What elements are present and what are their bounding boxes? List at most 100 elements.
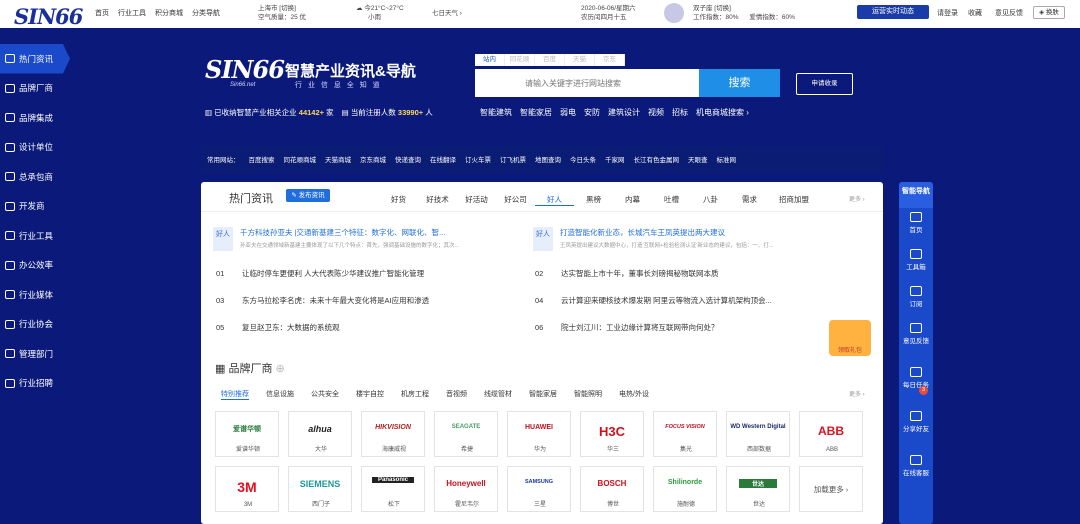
city-switch[interactable]: 上海市 [切换] — [258, 4, 306, 13]
brand-card[interactable]: HUAWEI 华为 — [507, 411, 571, 457]
right-nav-subscribe[interactable]: 订阅 — [899, 282, 933, 319]
keyword-link[interactable]: 智能家居 — [520, 107, 552, 118]
keyword-link[interactable]: 视频 — [648, 107, 664, 118]
brand-card[interactable]: WD Western Digital 西部数据 — [726, 411, 790, 457]
brand-card[interactable]: H3C 华三 — [580, 411, 644, 457]
avatar[interactable] — [664, 3, 684, 23]
brand-card[interactable]: alhua 大华 — [288, 411, 352, 457]
keyword-link[interactable]: 机电商城搜索 › — [696, 107, 749, 118]
brands-more-link[interactable]: 更多 › — [849, 389, 865, 398]
sidebar-item-contractor[interactable]: 总承包商 — [0, 162, 64, 192]
featured-news[interactable]: 好人 打造智能化新业态，长城汽车王凤英提出两大建议 王凤英提出建议大数据中心，打… — [533, 227, 773, 251]
sidebar-item-design[interactable]: 设计单位 — [0, 133, 64, 163]
brand-tab-electric[interactable]: 电热/外设 — [619, 389, 649, 400]
sidebar-item-government[interactable]: 管理部门 — [0, 339, 64, 369]
news-item[interactable]: 02 达实智能上市十年，董事长刘磅揭秘物联网本质 — [535, 268, 719, 279]
brand-card[interactable]: ABB ABB — [799, 411, 863, 457]
brand-card[interactable]: SIEMENS 西门子 — [288, 466, 352, 512]
keyword-link[interactable]: 智能建筑 — [480, 107, 512, 118]
sidebar-item-brands[interactable]: 品牌厂商 — [0, 74, 64, 104]
search-button[interactable]: 搜索 — [699, 69, 780, 97]
keyword-link[interactable]: 招标 — [672, 107, 688, 118]
gift-pack-button[interactable]: 领取礼包 — [829, 320, 871, 356]
tab-demand[interactable]: 需求 — [730, 194, 769, 206]
brand-card[interactable]: Panasonic 松下 — [361, 466, 425, 512]
news-item[interactable]: 06 院士刘江川：工业边缘计算将互联网带向何处？ — [535, 322, 719, 333]
brand-tab-cable[interactable]: 线缆管材 — [484, 389, 512, 400]
skin-switch-button[interactable]: ◈ 换肤 — [1033, 6, 1065, 19]
common-site-link[interactable]: 长江有色金属网 — [634, 154, 680, 164]
sidebar-item-tools[interactable]: 行业工具 — [0, 221, 64, 251]
right-nav-toolbox[interactable]: 工具箱 — [899, 245, 933, 282]
feedback-link[interactable]: 意见反馈 — [995, 8, 1023, 18]
brand-logo[interactable]: SIN66 — [205, 55, 285, 84]
brand-tab-lighting[interactable]: 智能照明 — [574, 389, 602, 400]
right-nav-share[interactable]: 分享好友 — [899, 407, 933, 451]
load-more-brands-button[interactable]: 加载更多 › — [799, 466, 863, 512]
news-title-text[interactable]: 云计算迎来硬核技术爆发期 阿里云等物流入选计算机架构顶会... — [561, 296, 772, 305]
common-site-link[interactable]: 快递查询 — [395, 154, 421, 164]
tab-inside[interactable]: 内幕 — [613, 194, 652, 206]
common-site-link[interactable]: 今日头条 — [570, 154, 596, 164]
brand-tab-building[interactable]: 楼宇自控 — [356, 389, 384, 400]
login-link[interactable]: 请登录 — [937, 8, 958, 18]
nav-tools[interactable]: 行业工具 — [118, 8, 146, 18]
brand-tab-recommend[interactable]: 特别推荐 — [221, 389, 249, 400]
nav-home[interactable]: 首页 — [95, 8, 109, 18]
keyword-link[interactable]: 弱电 — [560, 107, 576, 118]
sidebar-item-association[interactable]: 行业协会 — [0, 310, 64, 340]
common-site-link[interactable]: 标准网 — [717, 154, 737, 164]
search-tab-ths[interactable]: 同花顺 — [505, 54, 535, 66]
publish-news-button[interactable]: ✎ 发布资讯 — [286, 189, 330, 202]
nav-category[interactable]: 分类导航 — [192, 8, 220, 18]
nav-mall[interactable]: 积分商城 — [155, 8, 183, 18]
search-tab-jd[interactable]: 京东 — [595, 54, 625, 66]
brand-tab-av[interactable]: 音视频 — [446, 389, 467, 400]
tab-activity[interactable]: 好活动 — [457, 194, 496, 206]
sidebar-item-hot-news[interactable]: 热门资讯 — [0, 44, 70, 74]
brand-card[interactable]: FOCUS VISION 集光 — [653, 411, 717, 457]
add-icon[interactable]: ⊕ — [276, 363, 285, 375]
sidebar-item-recruit[interactable]: 行业招聘 — [0, 369, 64, 399]
right-nav-home[interactable]: 首页 — [899, 208, 933, 245]
common-site-link[interactable]: 京东商城 — [360, 154, 386, 164]
brand-card[interactable]: Shilinorde 施耐德 — [653, 466, 717, 512]
common-site-link[interactable]: 同花顺商城 — [284, 154, 317, 164]
tab-tech[interactable]: 好技术 — [418, 194, 457, 206]
brand-tab-smarthome[interactable]: 智能家居 — [529, 389, 557, 400]
search-tab-tmall[interactable]: 天猫 — [565, 54, 595, 66]
live-news-button[interactable]: 运营实时动态 — [857, 5, 929, 19]
news-title-text[interactable]: 东方马拉松李名虎：未来十年最大变化将是AI应用和渗透 — [242, 296, 429, 305]
brand-tab-security[interactable]: 公共安全 — [311, 389, 339, 400]
brand-card[interactable]: HIKVISION 海康威视 — [361, 411, 425, 457]
news-item[interactable]: 03 东方马拉松李名虎：未来十年最大变化将是AI应用和渗透 — [216, 295, 429, 306]
common-site-link[interactable]: 订飞机票 — [500, 154, 526, 164]
search-tab-site[interactable]: 站内 — [475, 54, 505, 66]
right-nav-service[interactable]: 在线客服 — [899, 451, 933, 495]
news-item[interactable]: 05 复旦赵卫东：大数据的系统观 — [216, 322, 340, 333]
news-title-text[interactable]: 达实智能上市十年，董事长刘磅揭秘物联网本质 — [561, 269, 719, 278]
sidebar-item-office[interactable]: 办公效率 — [0, 251, 64, 281]
brand-tab-datacenter[interactable]: 机房工程 — [401, 389, 429, 400]
site-logo[interactable]: SIN66 — [14, 4, 83, 29]
brand-tab-info[interactable]: 信息设施 — [266, 389, 294, 400]
featured-title[interactable]: 打造智能化新业态，长城汽车王凤英提出两大建议 — [560, 227, 820, 238]
tab-people[interactable]: 好人 — [535, 194, 574, 206]
brand-card[interactable]: SEAGATE 希捷 — [434, 411, 498, 457]
common-site-link[interactable]: 订火车票 — [465, 154, 491, 164]
news-item[interactable]: 04 云计算迎来硬核技术爆发期 阿里云等物流入选计算机架构顶会... — [535, 295, 772, 306]
common-site-link[interactable]: 天眼查 — [688, 154, 708, 164]
zodiac-switch[interactable]: 双子座 [切换] — [693, 4, 795, 13]
search-input[interactable] — [475, 69, 699, 97]
tab-goods[interactable]: 好货 — [379, 194, 418, 206]
common-site-link[interactable]: 千家网 — [605, 154, 625, 164]
news-title-text[interactable]: 复旦赵卫东：大数据的系统观 — [242, 323, 340, 332]
sidebar-item-developer[interactable]: 开发商 — [0, 192, 64, 222]
search-tab-baidu[interactable]: 百度 — [535, 54, 565, 66]
common-site-link[interactable]: 百度搜索 — [249, 154, 275, 164]
favorite-link[interactable]: 收藏 — [968, 8, 982, 18]
right-nav-feedback[interactable]: 意见反馈 — [899, 319, 933, 363]
tab-company[interactable]: 好公司 — [496, 194, 535, 206]
keyword-link[interactable]: 建筑设计 — [608, 107, 640, 118]
right-nav-daily-task[interactable]: 每日任务 — [899, 363, 933, 407]
